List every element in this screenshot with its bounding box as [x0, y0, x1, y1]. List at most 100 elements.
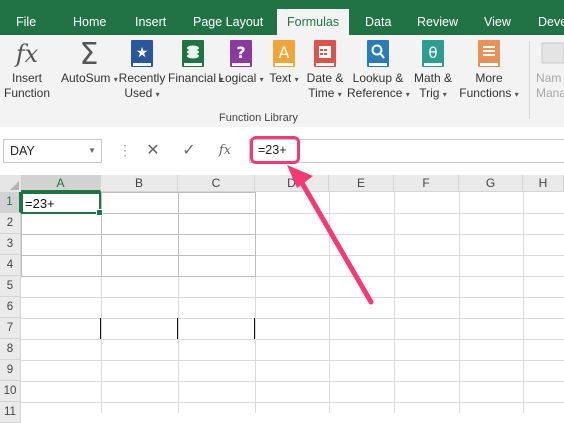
magnifier-book-icon [363, 39, 393, 69]
cell-border-box [178, 213, 256, 235]
name-box[interactable]: DAY ▼ [3, 139, 102, 163]
cell-border-box [178, 255, 256, 277]
name-manager-label-1: Nam [536, 71, 562, 85]
row-header-4[interactable]: 4 [0, 255, 21, 276]
tab-data[interactable]: Data [365, 0, 391, 35]
text-label: Text [269, 71, 292, 85]
chevron-down-icon: ▾ [294, 75, 299, 84]
select-all-button[interactable] [0, 175, 22, 193]
chevron-down-icon[interactable]: ▼ [88, 140, 96, 162]
insert-function-fx-icon[interactable]: fx [213, 139, 237, 163]
group-separator [529, 41, 530, 119]
column-header-h[interactable]: H [523, 175, 564, 192]
cell-border-box [101, 213, 179, 235]
tab-review[interactable]: Review [417, 0, 458, 35]
lookup-reference-label-1: Lookup & [352, 71, 404, 85]
column-header-g[interactable]: G [459, 175, 523, 192]
name-manager-icon [538, 39, 564, 69]
tab-developer[interactable]: Deve [538, 0, 564, 35]
row-header-10[interactable]: 10 [0, 381, 21, 402]
gridline [459, 192, 460, 413]
column-header-c[interactable]: C [178, 175, 255, 192]
tab-insert[interactable]: Insert [135, 0, 166, 35]
fx-icon: fx [15, 39, 39, 68]
cell-border-box [101, 234, 179, 256]
text-button[interactable]: A Text ▾ [266, 39, 302, 87]
gridline [21, 402, 564, 403]
cell-border-box [21, 255, 102, 277]
name-box-value: DAY [10, 144, 35, 158]
row-header-9[interactable]: 9 [0, 360, 21, 381]
cell-border-line [254, 318, 255, 339]
gridline [329, 192, 330, 413]
tab-page-layout[interactable]: Page Layout [193, 0, 263, 35]
chevron-down-icon: ▾ [442, 90, 447, 99]
chevron-down-icon: ▾ [337, 90, 342, 99]
gridline [523, 192, 524, 413]
math-trig-button[interactable]: θ Math & Trig ▾ [410, 39, 456, 102]
name-manager-label-2: Mana [536, 86, 564, 100]
gridline [21, 339, 564, 340]
insert-function-label-2: Function [3, 86, 51, 100]
worksheet-grid[interactable]: A B C D E F G H 1 2 3 4 5 6 7 8 9 10 11 [0, 175, 564, 423]
autosum-label: AutoSum [61, 71, 111, 85]
row-header-8[interactable]: 8 [0, 339, 21, 360]
svg-text:?: ? [236, 43, 245, 62]
recently-used-label-2: Used [124, 86, 153, 100]
theta-book-icon: θ [418, 39, 448, 69]
text-book-icon: A [269, 39, 299, 69]
tab-file[interactable]: File [16, 0, 36, 35]
cell-a1-value: =23+ [25, 196, 55, 211]
cell-border-box [21, 213, 102, 235]
formula-highlight-box [250, 136, 300, 164]
question-book-icon: ? [226, 39, 256, 69]
tab-formulas[interactable]: Formulas [277, 9, 350, 35]
date-time-label-2: Time [308, 86, 335, 100]
column-header-f[interactable]: F [394, 175, 459, 192]
cell-border-box [178, 192, 256, 214]
cell-border-box [21, 234, 102, 256]
autosum-button[interactable]: Σ AutoSum ▾ [61, 39, 118, 87]
enter-icon[interactable]: ✓ [177, 139, 201, 163]
name-manager-button[interactable]: Nam Mana [536, 39, 564, 101]
cell-border-line [100, 318, 101, 339]
more-functions-button[interactable]: More Functions ▾ [457, 39, 521, 102]
function-library-group-label: Function Library [219, 112, 298, 124]
column-header-a[interactable]: A [21, 175, 101, 192]
recently-used-label-1: Recently [118, 71, 166, 85]
svg-text:A: A [279, 43, 290, 62]
gridline [21, 381, 564, 382]
insert-function-button[interactable]: fx Insert Function [2, 39, 52, 101]
cell-border-box [101, 192, 179, 214]
row-header-1[interactable]: 1 [0, 192, 21, 213]
row-header-6[interactable]: 6 [0, 297, 21, 318]
gridline [21, 360, 564, 361]
logical-button[interactable]: ? Logical ▾ [218, 39, 264, 87]
fill-handle[interactable] [96, 209, 103, 216]
row-header-3[interactable]: 3 [0, 234, 21, 255]
date-time-label-1: Date & [306, 71, 344, 85]
math-trig-label-2: Trig [419, 86, 440, 100]
gridline [394, 192, 395, 413]
cancel-icon[interactable]: ✕ [141, 139, 165, 163]
ribbon: fx Insert Function Σ AutoSum ▾ ★ Recentl… [0, 35, 564, 128]
row-header-2[interactable]: 2 [0, 213, 21, 234]
star-book-icon: ★ [127, 39, 157, 69]
date-time-button[interactable]: Date & Time ▾ [303, 39, 347, 102]
column-header-d[interactable]: D [255, 175, 329, 192]
tab-view[interactable]: View [484, 0, 511, 35]
formula-bar-grip-icon[interactable]: ⋮ [118, 141, 132, 159]
column-header-e[interactable]: E [329, 175, 394, 192]
recently-used-button[interactable]: ★ Recently Used ▾ [117, 39, 167, 102]
cell-border-line [177, 318, 178, 339]
tab-home[interactable]: Home [73, 0, 106, 35]
lookup-reference-button[interactable]: Lookup & Reference ▾ [347, 39, 410, 102]
coins-book-icon [178, 39, 208, 69]
financial-button[interactable]: Financial ▾ [168, 39, 223, 87]
column-header-b[interactable]: B [101, 175, 178, 192]
lookup-reference-label-2: Reference [347, 86, 403, 100]
row-header-7[interactable]: 7 [0, 318, 21, 339]
row-header-5[interactable]: 5 [0, 276, 21, 297]
ribbon-tab-bar: File Home Insert Page Layout Formulas Da… [0, 0, 564, 35]
financial-label: Financial [168, 71, 217, 85]
